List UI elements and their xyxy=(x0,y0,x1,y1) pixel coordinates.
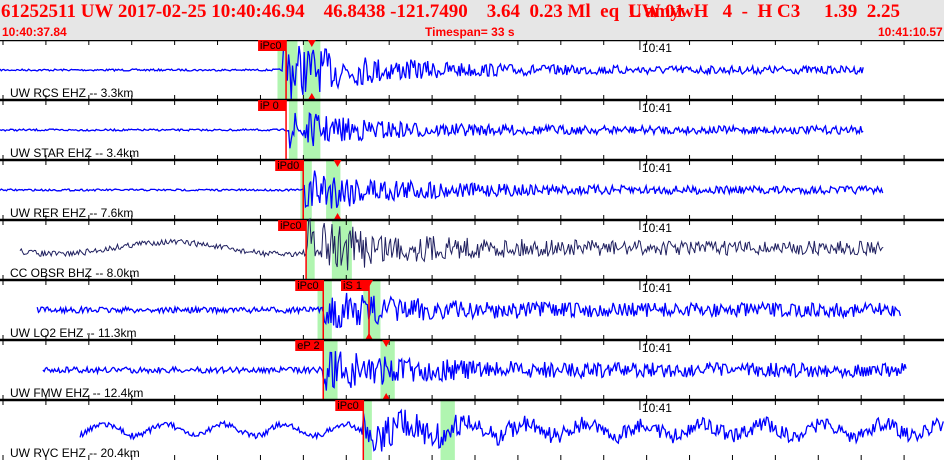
waveform xyxy=(19,217,884,271)
trace-2[interactable]: 10:41 iPd0 UW RER EHZ -- 7.6km xyxy=(0,158,944,220)
minute-label: 10:41 xyxy=(642,101,672,115)
station-label: UW FMW EHZ -- 12.4km xyxy=(10,386,143,400)
minute-label: 10:41 xyxy=(642,221,672,235)
event-quality: UW 01 H 4 - H C3 1.39 2.25 xyxy=(628,1,900,22)
waveform xyxy=(36,292,902,329)
waveform xyxy=(79,408,944,452)
pick-label: iPc0 xyxy=(297,280,318,292)
waveform xyxy=(0,111,864,149)
pick-window xyxy=(323,340,338,400)
waveform xyxy=(0,170,884,209)
trace-5[interactable]: 10:41 eP 2 UW FMW EHZ -- 12.4km xyxy=(0,338,944,400)
end-time: 10:41:10.57 xyxy=(878,25,943,39)
pick-window xyxy=(288,100,298,160)
seismogram-panel[interactable]: 10:41 iPc0 UW RCS EHZ -- 3.3km 10:41 iP 0 UW … xyxy=(0,40,944,460)
station-label: UW RVC EHZ -- 20.4km xyxy=(10,446,140,460)
event-header: 61252511 UW 2017-02-25 10:40:46.94 46.84… xyxy=(0,0,944,40)
trace-0[interactable]: 10:41 iPc0 UW RCS EHZ -- 3.3km xyxy=(0,40,944,100)
waveform xyxy=(42,351,907,391)
minute-label: 10:41 xyxy=(642,161,672,175)
pick-label: eP 2 xyxy=(297,340,319,352)
trace-3[interactable]: 10:41 iPc0 CC OBSR BHZ -- 8.0km xyxy=(0,217,944,280)
trace-1[interactable]: 10:41 iP 0 UW STAR EHZ -- 3.4km xyxy=(0,98,944,160)
minute-label: 10:41 xyxy=(642,341,672,355)
trace-6[interactable]: 10:41 iPc0 UW RVC EHZ -- 20.4km xyxy=(0,398,944,460)
trace-4[interactable]: 10:41 iPc0 iS 1 UW LO2 EHZ -- 11.3km xyxy=(0,278,944,340)
minute-label: 10:41 xyxy=(642,281,672,295)
event-summary: 61252511 UW 2017-02-25 10:40:46.94 46.84… xyxy=(1,1,694,22)
start-time: 10:40:37.84 xyxy=(2,25,67,39)
station-label: UW RER EHZ -- 7.6km xyxy=(10,206,133,220)
minute-label: 10:41 xyxy=(642,401,672,415)
pick-label: iPc0 xyxy=(260,40,281,52)
pick-label: iPc0 xyxy=(280,220,301,232)
station-label: UW LO2 EHZ -- 11.3km xyxy=(10,326,136,340)
minute-label: 10:41 xyxy=(642,41,672,55)
station-label: CC OBSR BHZ -- 8.0km xyxy=(10,266,139,280)
timespan: Timespan= 33 s xyxy=(425,25,515,39)
pick-label: iS 1 xyxy=(343,280,362,292)
station-label: UW RCS EHZ -- 3.3km xyxy=(10,86,133,100)
pick-label: iP 0 xyxy=(260,100,279,112)
pick-label: iPc0 xyxy=(337,400,358,412)
station-label: UW STAR EHZ -- 3.4km xyxy=(10,146,139,160)
pick-label: iPd0 xyxy=(277,160,299,172)
